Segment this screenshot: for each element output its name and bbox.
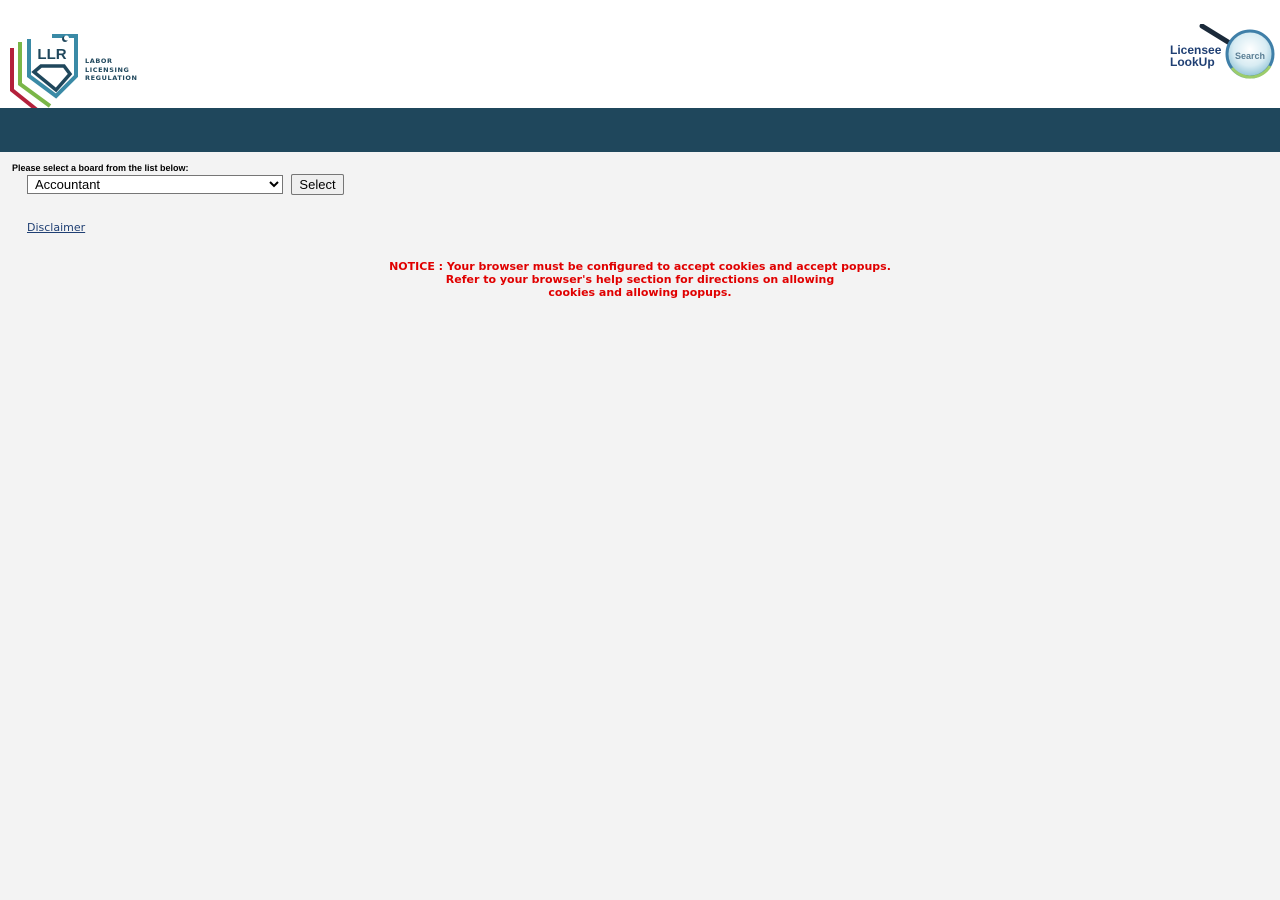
select-button[interactable]: Select xyxy=(291,174,344,195)
notice-line-1: NOTICE : Your browser must be configured… xyxy=(389,260,891,273)
header: LLR LABOR LICENSING REGULATION Licensee … xyxy=(0,0,1280,122)
board-select-prompt: Please select a board from the list belo… xyxy=(12,163,189,173)
licensee-lookup-link[interactable]: Licensee LookUp Search xyxy=(1168,24,1278,84)
header-brand-bar xyxy=(0,108,1280,152)
logo-line-licensing: LICENSING xyxy=(85,65,130,74)
logo-wordmark: LABOR LICENSING REGULATION xyxy=(85,57,138,83)
logo-line-labor: LABOR xyxy=(85,57,113,65)
lookup-search-label: Search xyxy=(1235,51,1265,61)
logo-line-regulation: REGULATION xyxy=(85,74,138,82)
disclaimer-link[interactable]: Disclaimer xyxy=(27,221,85,234)
notice-line-3: cookies and allowing popups. xyxy=(548,286,732,299)
logo-abbrev: LLR xyxy=(37,46,66,63)
notice-line-2: Refer to your browser's help section for… xyxy=(445,273,835,286)
board-select[interactable]: Accountant xyxy=(27,175,283,194)
cookie-popup-notice: NOTICE : Your browser must be configured… xyxy=(340,260,940,299)
magnifier-search-icon: Search xyxy=(1199,24,1275,79)
